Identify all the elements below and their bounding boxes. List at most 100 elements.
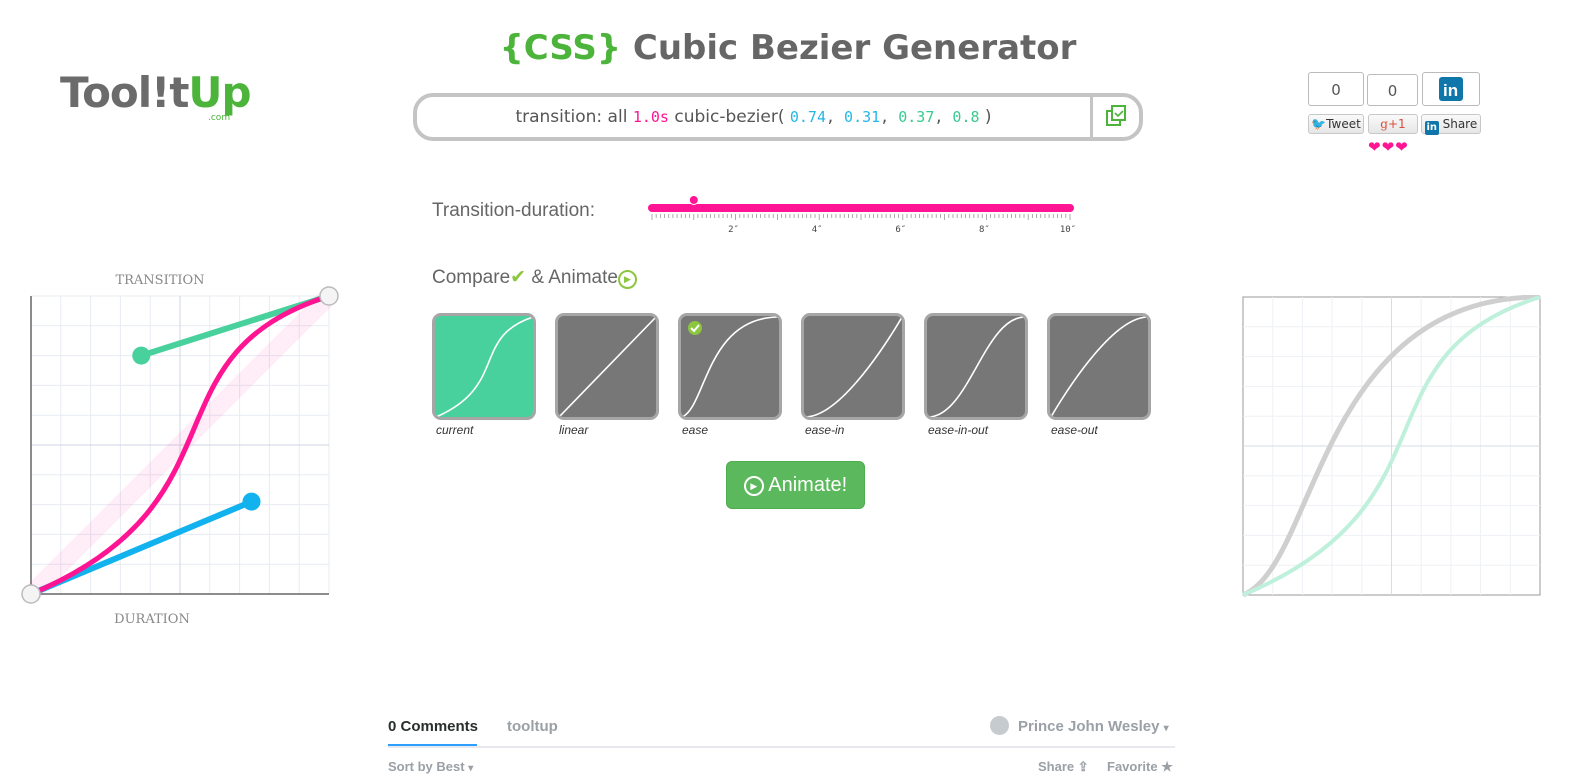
- slider-tick-label: 4″: [812, 225, 823, 235]
- preset-curve-ease-out: [1050, 316, 1148, 417]
- tweet-label: Tweet: [1326, 117, 1361, 131]
- avatar: [990, 716, 1009, 735]
- favorite-link[interactable]: Favorite ★: [1107, 759, 1173, 775]
- sort-dropdown[interactable]: Sort by Best ▾: [388, 759, 473, 774]
- code-lead: transition: all: [515, 107, 633, 127]
- gplus-label: +1: [1387, 117, 1406, 131]
- linkedin-share-button[interactable]: in Share: [1421, 114, 1481, 135]
- preset-curve-path: [558, 316, 656, 417]
- star-icon: ★: [1161, 759, 1173, 774]
- preset-curve-current: [435, 316, 533, 417]
- logo[interactable]: Tool!tUp: [60, 72, 252, 114]
- chevron-down-icon: ▾: [468, 763, 474, 774]
- page-title: {CSS} Cubic Bezier Generator: [0, 28, 1576, 68]
- logo-suffix: .com: [208, 113, 231, 123]
- preset-curve-path: [435, 316, 533, 417]
- duration-slider[interactable]: 2″ 4″ 6″ 8″ 10″: [640, 190, 1090, 240]
- animate-label: & Animate: [526, 267, 618, 288]
- share-link[interactable]: Share ⇪: [1038, 759, 1089, 775]
- gplus-button[interactable]: g+1: [1368, 114, 1418, 134]
- linkedin-badge[interactable]: in: [1422, 72, 1480, 106]
- check-icon: ✔: [510, 267, 527, 288]
- gplus-icon: g: [1380, 117, 1388, 131]
- comments-divider: [388, 746, 1175, 748]
- title-text: Cubic Bezier Generator: [621, 28, 1077, 68]
- linkedin-small-icon: in: [1424, 121, 1439, 135]
- share-label: Share: [1038, 759, 1075, 774]
- user-menu[interactable]: Prince John Wesley ▾: [990, 716, 1169, 735]
- code-duration: 1.0s: [632, 108, 669, 126]
- code-sep-3: ,: [934, 108, 953, 126]
- code-text[interactable]: transition: all 1.0s cubic-bezier( 0.74,…: [417, 97, 1090, 137]
- preset-ease-out[interactable]: [1047, 313, 1151, 420]
- duration-label: Transition-duration:: [432, 200, 595, 221]
- chevron-down-icon: ▾: [1163, 723, 1169, 734]
- preset-label: current: [436, 423, 474, 437]
- tweet-button[interactable]: 🐦Tweet: [1308, 114, 1364, 134]
- code-p2y: 0.8: [952, 108, 980, 126]
- preset-label: linear: [559, 423, 589, 437]
- control-point-2[interactable]: [132, 346, 151, 365]
- user-name: Prince John Wesley: [1018, 718, 1160, 735]
- gplus-count: 0: [1367, 74, 1418, 106]
- preset-curve-path: [1050, 316, 1148, 417]
- check-badge: [688, 321, 702, 335]
- linkedin-share-label: Share: [1442, 117, 1478, 131]
- animation-preview: [1242, 295, 1541, 597]
- site-tab[interactable]: tooltup: [507, 718, 558, 735]
- compare-heading: Compare✔ & Animate ▶: [432, 266, 637, 289]
- linkedin-icon: in: [1439, 77, 1463, 101]
- favorite-label: Favorite: [1107, 759, 1158, 774]
- code-sep-1: ,: [825, 108, 845, 126]
- code-output: transition: all 1.0s cubic-bezier( 0.74,…: [413, 93, 1143, 141]
- copy-icon: [1106, 105, 1126, 126]
- code-close: ): [979, 107, 992, 127]
- external-share-icon: ⇪: [1077, 759, 1089, 774]
- preset-label: ease-out: [1051, 423, 1098, 437]
- preset-ease-in[interactable]: [801, 313, 905, 420]
- twitter-icon: 🐦: [1311, 117, 1327, 131]
- play-icon: ▶: [743, 476, 764, 496]
- slider-tick-label: 6″: [895, 225, 906, 235]
- logo-part2: Up: [188, 68, 251, 117]
- slider-handle[interactable]: [688, 195, 699, 205]
- preset-label: ease: [682, 423, 709, 437]
- slider-tick-label: 2″: [728, 225, 739, 235]
- preset-curve-linear: [558, 316, 656, 417]
- start-point: [21, 584, 41, 604]
- code-fn: cubic-bezier(: [668, 107, 790, 127]
- slider-tick-label: 8″: [979, 225, 990, 235]
- compare-label: Compare: [432, 267, 511, 288]
- editor-bottom-label: DURATION: [114, 612, 190, 627]
- preset-label: ease-in: [805, 423, 845, 437]
- tweet-count: 0: [1308, 72, 1364, 106]
- preset-ease-in-out[interactable]: [924, 313, 1028, 420]
- logo-part1: Tool!t: [60, 68, 189, 117]
- title-prefix: {CSS}: [499, 28, 622, 68]
- preset-current[interactable]: [432, 313, 536, 420]
- hearts: ❤❤❤: [1368, 138, 1409, 156]
- play-circle-icon: ▶: [617, 270, 637, 289]
- bezier-editor[interactable]: [0, 270, 345, 610]
- comments-count-tab[interactable]: 0 Comments: [388, 718, 478, 735]
- control-point-1[interactable]: [242, 492, 261, 511]
- code-p1x: 0.74: [789, 108, 826, 126]
- preset-linear[interactable]: [555, 313, 659, 420]
- code-p1y: 0.31: [844, 108, 881, 126]
- sort-label: Sort by Best: [388, 759, 465, 774]
- copy-button[interactable]: [1093, 97, 1139, 137]
- code-sep-2: ,: [880, 108, 899, 126]
- animate-button[interactable]: ▶ Animate!: [726, 461, 865, 509]
- preset-curve-ease: [681, 316, 779, 417]
- preset-label: ease-in-out: [928, 423, 989, 437]
- preset-curve-path: [927, 316, 1025, 417]
- preset-ease[interactable]: [678, 313, 782, 420]
- linkedin-glyph: in: [1443, 81, 1458, 100]
- slider-tick-label: 10″: [1060, 225, 1076, 235]
- preset-curve-path: [804, 316, 902, 417]
- preset-curve-ease-in: [804, 316, 902, 417]
- preset-curve-ease-in-out: [927, 316, 1025, 417]
- code-p2x: 0.37: [898, 108, 935, 126]
- animate-button-label: Animate!: [768, 474, 848, 496]
- end-point: [319, 286, 339, 306]
